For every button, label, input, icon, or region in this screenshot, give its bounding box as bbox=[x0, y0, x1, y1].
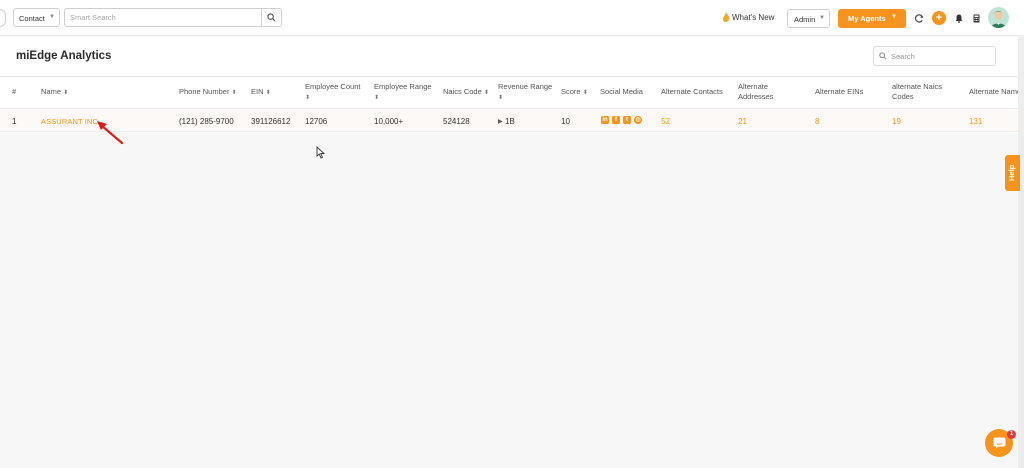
social-media-icons: in f t ◍ bbox=[601, 116, 642, 124]
column-header-score[interactable]: Score ⬍ bbox=[561, 87, 588, 98]
refresh-icon[interactable] bbox=[912, 11, 926, 25]
sort-icon: ⬍ bbox=[483, 90, 489, 96]
cell-employee-range: 10,000+ bbox=[374, 117, 404, 126]
cell-revenue-range: 1B bbox=[505, 117, 515, 126]
sort-icon: ⬍ bbox=[374, 95, 380, 101]
sidebar-toggle[interactable] bbox=[0, 9, 6, 27]
whats-new-label: What's New bbox=[732, 12, 775, 22]
calculator-icon[interactable] bbox=[969, 11, 983, 25]
globe-icon[interactable]: ◍ bbox=[634, 116, 642, 124]
cell-index: 1 bbox=[12, 117, 17, 126]
entity-type-value: Contact bbox=[19, 14, 45, 23]
chevron-down-icon: ▼ bbox=[891, 14, 897, 20]
column-header-alternate-addresses: Alternate Addresses bbox=[738, 82, 774, 101]
sort-icon: ⬍ bbox=[265, 90, 271, 96]
top-navbar: Contact ▼ What's New Admin ▼ My Agents ▼… bbox=[0, 0, 1024, 36]
table-search bbox=[873, 46, 996, 66]
chevron-down-icon: ▼ bbox=[49, 14, 55, 20]
chat-icon bbox=[993, 437, 1005, 449]
user-avatar[interactable] bbox=[988, 7, 1009, 28]
linkedin-icon[interactable]: in bbox=[601, 116, 609, 124]
whats-new-link[interactable]: What's New bbox=[722, 12, 774, 22]
cell-alternate-contacts[interactable]: 52 bbox=[661, 117, 670, 126]
cell-phone: (121) 285-9700 bbox=[179, 117, 234, 126]
mouse-cursor-icon bbox=[316, 146, 326, 159]
column-header-phone[interactable]: Phone Number ⬍ bbox=[179, 87, 237, 98]
twitter-icon[interactable]: t bbox=[623, 116, 631, 124]
cell-score: 10 bbox=[561, 117, 570, 126]
cell-naics-code: 524128 bbox=[443, 117, 470, 126]
cell-alternate-addresses[interactable]: 21 bbox=[738, 117, 747, 126]
smart-search-button[interactable] bbox=[261, 9, 281, 26]
column-header-alternate-eins: Alternate EINs bbox=[815, 87, 864, 96]
column-header-ein[interactable]: EIN ⬍ bbox=[251, 87, 271, 98]
page-header: miEdge Analytics bbox=[0, 37, 1024, 77]
column-header-alternate-naics: alternate Naics Codes bbox=[892, 82, 943, 101]
cell-alternate-eins[interactable]: 8 bbox=[815, 117, 819, 126]
help-label: Help bbox=[1007, 164, 1016, 181]
column-header-name[interactable]: Name ⬍ bbox=[41, 87, 68, 98]
chat-unread-badge: 1 bbox=[1007, 430, 1016, 439]
my-agents-button[interactable]: My Agents ▼ bbox=[838, 9, 906, 28]
help-tab[interactable]: Help bbox=[1005, 155, 1020, 191]
smart-search-input[interactable] bbox=[65, 9, 262, 26]
sort-icon: ⬍ bbox=[305, 95, 311, 101]
bell-icon[interactable] bbox=[952, 11, 966, 25]
flame-icon bbox=[723, 12, 730, 22]
expand-chevron-icon[interactable]: ▶ bbox=[498, 118, 503, 125]
company-name-link[interactable]: ASSURANT INC bbox=[41, 117, 98, 126]
column-header-social-media: Social Media bbox=[600, 87, 643, 96]
smart-search bbox=[64, 8, 282, 27]
scrollbar-track[interactable] bbox=[1018, 37, 1024, 468]
search-icon bbox=[879, 52, 887, 60]
cell-ein: 391126612 bbox=[251, 117, 291, 126]
table-search-input[interactable] bbox=[891, 48, 991, 64]
my-agents-label: My Agents bbox=[848, 14, 886, 23]
sort-icon: ⬍ bbox=[582, 90, 588, 96]
table-row[interactable]: 1 ASSURANT INC (121) 285-9700 391126612 … bbox=[0, 108, 1024, 132]
cell-employee-count: 12706 bbox=[305, 117, 328, 126]
column-header-revenue-range[interactable]: Revenue Range ⬍ bbox=[498, 82, 552, 103]
sort-icon: ⬍ bbox=[231, 90, 237, 96]
cell-alternate-naics[interactable]: 19 bbox=[892, 117, 901, 126]
column-header-alternate-contacts: Alternate Contacts bbox=[661, 87, 723, 96]
column-header-alternate-names: Alternate Names bbox=[969, 87, 1024, 96]
role-select[interactable]: Admin ▼ bbox=[787, 9, 830, 28]
entity-type-select[interactable]: Contact ▼ bbox=[13, 8, 60, 27]
sort-icon: ⬍ bbox=[63, 90, 69, 96]
sort-icon: ⬍ bbox=[498, 95, 504, 101]
chevron-down-icon: ▼ bbox=[819, 15, 825, 21]
role-value: Admin bbox=[794, 15, 816, 24]
column-header-naics-code[interactable]: Naics Code ⬍ bbox=[443, 87, 489, 98]
cell-alternate-names[interactable]: 131 bbox=[969, 117, 982, 126]
column-header-index: # bbox=[12, 87, 17, 96]
search-icon bbox=[267, 13, 276, 22]
page-title: miEdge Analytics bbox=[16, 50, 112, 62]
column-header-employee-count[interactable]: Employee Count ⬍ bbox=[305, 82, 360, 103]
column-header-employee-range[interactable]: Employee Range ⬍ bbox=[374, 82, 432, 103]
analytics-table: # Name ⬍ Phone Number ⬍ EIN ⬍ Employee C… bbox=[0, 77, 1024, 133]
facebook-icon[interactable]: f bbox=[612, 116, 620, 124]
add-icon[interactable]: + bbox=[932, 11, 946, 25]
